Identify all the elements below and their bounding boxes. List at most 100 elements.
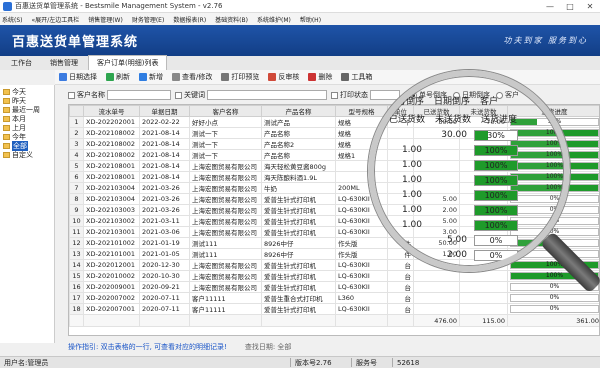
menu-item[interactable]: 财务管理(E) [132, 15, 164, 24]
toolbar-button-2[interactable]: 新增 [139, 72, 163, 82]
table-cell: XD-202007002 [83, 292, 140, 304]
lens-header: 已送货数 未送货数 送货进度 [384, 112, 522, 125]
tab-0[interactable]: 工作台 [3, 56, 40, 70]
toolbar-button-6[interactable]: 删除 [308, 72, 332, 82]
table-cell: 2021-08-14 [139, 127, 190, 139]
table-cell [413, 292, 460, 304]
menu-item[interactable]: 数据报表(R) [173, 15, 206, 24]
column-header[interactable]: 产品名称 [261, 105, 336, 117]
lens-row: 1.00 100% [380, 218, 518, 232]
status-user: 用户名:管理员 [4, 358, 49, 367]
menu-item[interactable]: 基础资料(B) [215, 15, 248, 24]
edit-icon [172, 73, 180, 81]
menu-bar: 系统(S) «展开/左边工具栏 销售管理(W) 财务管理(E) 数据报表(R) 基础资料(… [0, 13, 600, 25]
tab-1[interactable]: 销售管理 [42, 56, 86, 70]
table-cell: 上海宏图贸易有限公司 [189, 204, 262, 216]
row-index: 5 [69, 160, 84, 172]
folder-icon [3, 142, 10, 149]
table-cell: 台 [387, 292, 414, 304]
lens-progress-label: 100% [484, 175, 508, 185]
table-cell: 爱普生针式打印机 [261, 215, 336, 227]
keyword-input[interactable] [207, 90, 327, 100]
table-cell: 上海宏图贸易有限公司 [189, 270, 262, 282]
table-cell: 测试111 [189, 248, 262, 260]
lens-cell: 30.00 [441, 130, 467, 140]
table-cell: 上海宏图贸易有限公司 [189, 160, 262, 172]
tree-node[interactable]: 最近一周 [3, 105, 54, 114]
print-status-filter[interactable]: 打印状态 [331, 90, 368, 100]
table-row[interactable]: 18 XD-202007001 2020-07-11 客户11111 爱普生针式打印机 L… [69, 303, 599, 315]
progress-bar: 0% [510, 305, 599, 313]
toolbar-button-0[interactable]: 日期选择 [59, 72, 97, 82]
row-index: 13 [69, 248, 84, 260]
customer-input[interactable] [107, 90, 171, 100]
tree-node[interactable]: 今年 [3, 132, 54, 141]
keyword-filter[interactable]: 关键词 [175, 90, 205, 100]
column-header[interactable]: 单据日期 [139, 105, 190, 117]
row-index: 18 [69, 303, 84, 315]
lens-sort-options: 单号倒序 日期倒序 客户 [388, 94, 508, 107]
lens-progress-bar: 100% [474, 204, 518, 216]
row-index: 11 [69, 226, 84, 238]
table-cell: 2021-03-26 [139, 204, 190, 216]
lens-content: 单号倒序 日期倒序 客户 已送货数 未送货数 送货进度 30.00 30% 1.00 100% 1.… [374, 76, 564, 266]
tree-node[interactable]: 上月 [3, 123, 54, 132]
app-banner: 百惠送货单管理系统 功夫到家 服务到心 [0, 25, 600, 56]
menu-item[interactable]: 帮助(H) [300, 15, 321, 24]
customer-filter[interactable]: 客户名称 [68, 90, 105, 100]
print-status-checkbox[interactable] [331, 91, 338, 99]
operation-tip: 操作指引: 双击表格的一行, 可查看对应的明细记录! [68, 343, 227, 351]
toolbar-button-label: 打印预览 [231, 73, 260, 81]
tab-2[interactable]: 客户订单(明细)列表 [88, 55, 168, 70]
column-header[interactable]: 客户名称 [189, 105, 262, 117]
lens-progress-bar: 100% [474, 174, 518, 186]
close-button[interactable]: ✕ [580, 2, 600, 11]
toolbar-button-5[interactable]: 反审核 [268, 72, 299, 82]
row-index: 8 [69, 193, 84, 205]
tree-node[interactable]: 今天 [3, 87, 54, 96]
table-cell: 上海宏图贸易有限公司 [189, 171, 262, 183]
table-cell: XD-202108001 [83, 160, 140, 172]
table-cell: 2021-08-14 [139, 149, 190, 161]
calendar-icon [59, 73, 67, 81]
delete-icon [308, 73, 317, 81]
query-date: 查找日期: 全部 [244, 343, 292, 351]
table-cell: 上海宏图贸易有限公司 [189, 226, 262, 238]
toolbar-button-1[interactable]: 刷新 [106, 72, 130, 82]
menu-item[interactable]: «展开/左边工具栏 [32, 15, 80, 24]
lens-progress-bar: 100% [474, 219, 518, 231]
lens-progress-bar: 0% [474, 249, 518, 261]
customer-checkbox[interactable] [68, 91, 75, 99]
table-cell: L360 [335, 292, 388, 304]
table-cell: 爱普生针式打印机 [261, 270, 336, 282]
keyword-checkbox[interactable] [175, 91, 182, 99]
toolbar-button-3[interactable]: 查看/修改 [172, 72, 212, 82]
tree-node[interactable]: 本月 [3, 114, 54, 123]
maximize-button[interactable]: □ [560, 2, 580, 11]
menu-item[interactable]: 系统(S) [2, 15, 23, 24]
table-cell: 2021-03-11 [139, 215, 190, 227]
table-cell: XD-202103004 [83, 193, 140, 205]
menu-item[interactable]: 系统维护(M) [257, 15, 291, 24]
lens-cell: 5.00 [446, 235, 467, 245]
minimize-button[interactable]: — [540, 2, 560, 11]
toolbar-button-7[interactable]: 工具箱 [341, 72, 372, 82]
table-cell: 2021-01-05 [139, 248, 190, 260]
table-row[interactable]: 16 XD-202009001 2020-09-21 上海宏图贸易有限公司 爱普生针式打… [69, 281, 599, 293]
tree-node[interactable]: 自定义 [3, 150, 54, 159]
table-cell: 2020-07-11 [139, 292, 190, 304]
table-row[interactable]: 15 XD-202010002 2020-10-30 上海宏图贸易有限公司 爱普生针式打… [69, 270, 599, 282]
column-header[interactable] [69, 105, 84, 117]
table-row[interactable]: 17 XD-202007002 2020-07-11 客户11111 爱普生重合式打印机… [69, 292, 599, 304]
table-cell [459, 292, 508, 304]
table-cell: 测试一下 [189, 138, 262, 150]
lens-cell: 1.00 [401, 205, 422, 215]
keyword-label: 关键词 [184, 91, 205, 99]
column-header[interactable]: 流水单号 [83, 105, 140, 117]
toolbar-button-label: 刷新 [116, 73, 130, 81]
menu-item[interactable]: 销售管理(W) [88, 15, 123, 24]
toolbar-button-4[interactable]: 打印预览 [221, 72, 259, 82]
lens-progress-label: 100% [484, 220, 508, 230]
table-cell: 测试一下 [189, 127, 262, 139]
table-cell: 爱普生针式打印机 [261, 259, 336, 271]
